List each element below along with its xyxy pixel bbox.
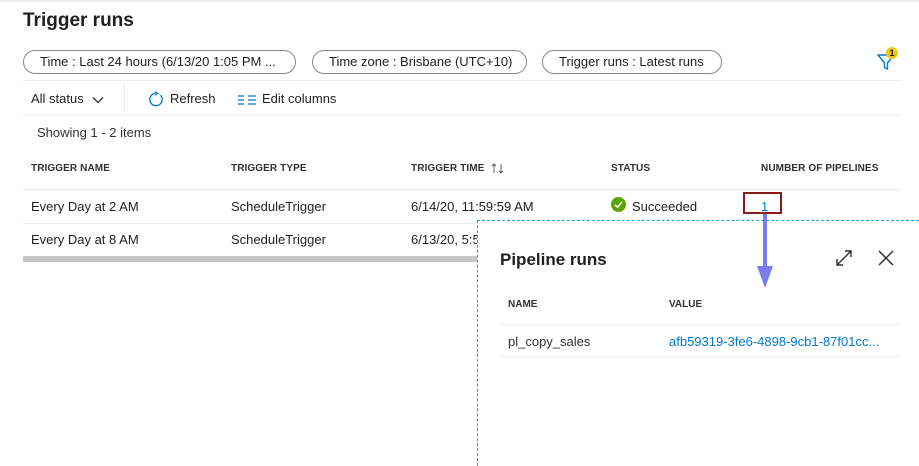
close-icon[interactable] (876, 248, 896, 268)
refresh-icon (149, 91, 163, 107)
annotation-arrow-icon (757, 214, 773, 288)
filter-count-badge: 1 (886, 47, 898, 59)
edit-columns-button[interactable]: Edit columns (238, 90, 336, 108)
page-title: Trigger runs (23, 10, 134, 31)
header-status[interactable]: STATUS (611, 163, 650, 174)
status-dropdown-label: All status (31, 91, 84, 106)
panel-header-name: NAME (508, 299, 538, 310)
row-1-trigger-name: Every Day at 2 AM (31, 199, 139, 214)
panel-row-divider (500, 356, 900, 357)
top-border (0, 0, 919, 3)
refresh-label: Refresh (170, 91, 216, 106)
header-trigger-name[interactable]: TRIGGER NAME (31, 163, 110, 174)
row-2-trigger-type: ScheduleTrigger (231, 232, 326, 247)
edit-columns-label: Edit columns (262, 91, 337, 106)
succeeded-check-icon (611, 197, 626, 212)
filters-divider (23, 80, 901, 81)
refresh-button[interactable]: Refresh (147, 90, 216, 108)
header-divider (23, 189, 901, 190)
header-trigger-time[interactable]: TRIGGER TIME (411, 163, 505, 174)
sort-icon (491, 163, 504, 174)
toolbar-divider-bottom (23, 115, 901, 116)
header-trigger-type[interactable]: TRIGGER TYPE (231, 163, 307, 174)
trigger-runs-filter-pill[interactable]: Trigger runs : Latest runs (542, 50, 722, 74)
status-dropdown[interactable]: All status (31, 90, 104, 108)
row-1-trigger-type: ScheduleTrigger (231, 199, 326, 214)
columns-icon (238, 94, 256, 105)
row-1-status: Succeeded (632, 199, 698, 214)
panel-header-divider (500, 324, 900, 325)
toolbar-divider (124, 84, 125, 112)
panel-row-1-value-link[interactable]: afb59319-3fe6-4898-9cb1-87f01cc... (669, 334, 879, 349)
header-number-of-pipelines[interactable]: NUMBER OF PIPELINES (761, 163, 878, 174)
panel-title: Pipeline runs (500, 250, 607, 269)
panel-row-1-name: pl_copy_sales (508, 334, 591, 349)
header-trigger-time-label: TRIGGER TIME (411, 163, 485, 175)
pipelines-highlight-box (743, 192, 782, 214)
expand-icon[interactable] (834, 248, 854, 268)
items-count: Showing 1 - 2 items (37, 125, 152, 140)
row-1-trigger-time: 6/14/20, 11:59:59 AM (411, 199, 534, 214)
panel-header-value: VALUE (669, 299, 703, 310)
row-2-trigger-time: 6/13/20, 5:5 (411, 232, 480, 247)
row-2-trigger-name: Every Day at 8 AM (31, 232, 139, 247)
timezone-filter-pill[interactable]: Time zone : Brisbane (UTC+10) (312, 50, 527, 74)
chevron-down-icon (92, 96, 104, 103)
time-filter-pill[interactable]: Time : Last 24 hours (6/13/20 1:05 PM ..… (23, 50, 296, 74)
